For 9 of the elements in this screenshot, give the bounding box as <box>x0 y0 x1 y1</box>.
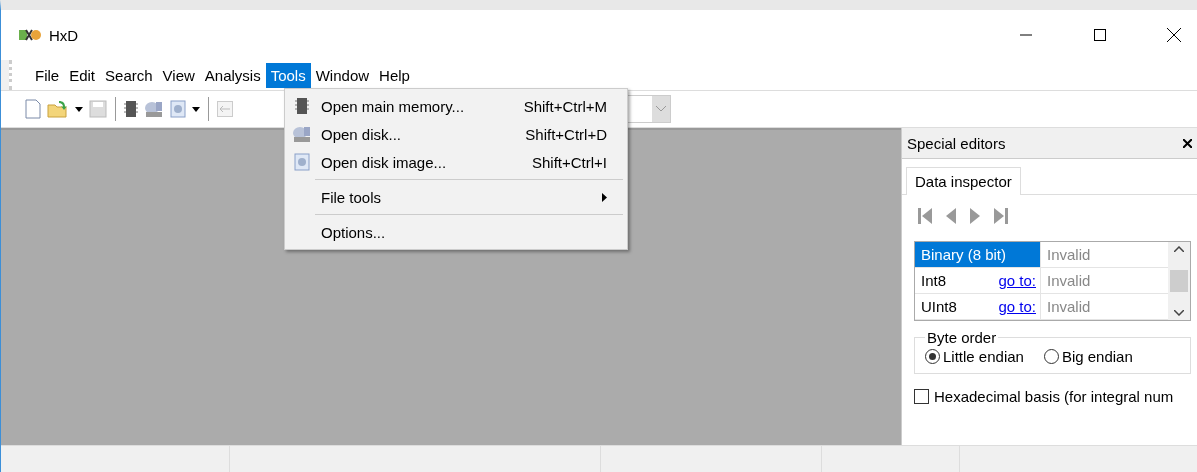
value-cell-text: Invalid <box>1046 271 1092 291</box>
panel-title: Special editors <box>907 134 1006 152</box>
radio-label: Little endian <box>943 348 1024 365</box>
group-label: Byte order <box>926 329 998 346</box>
checkbox-label: Hexadecimal basis (for integral num <box>934 388 1174 405</box>
window-title: HxD <box>49 26 80 44</box>
value-cell-text: Invalid <box>1046 245 1092 265</box>
value-cell-text: Invalid <box>1046 297 1092 317</box>
radio-label: Big endian <box>1061 348 1133 365</box>
